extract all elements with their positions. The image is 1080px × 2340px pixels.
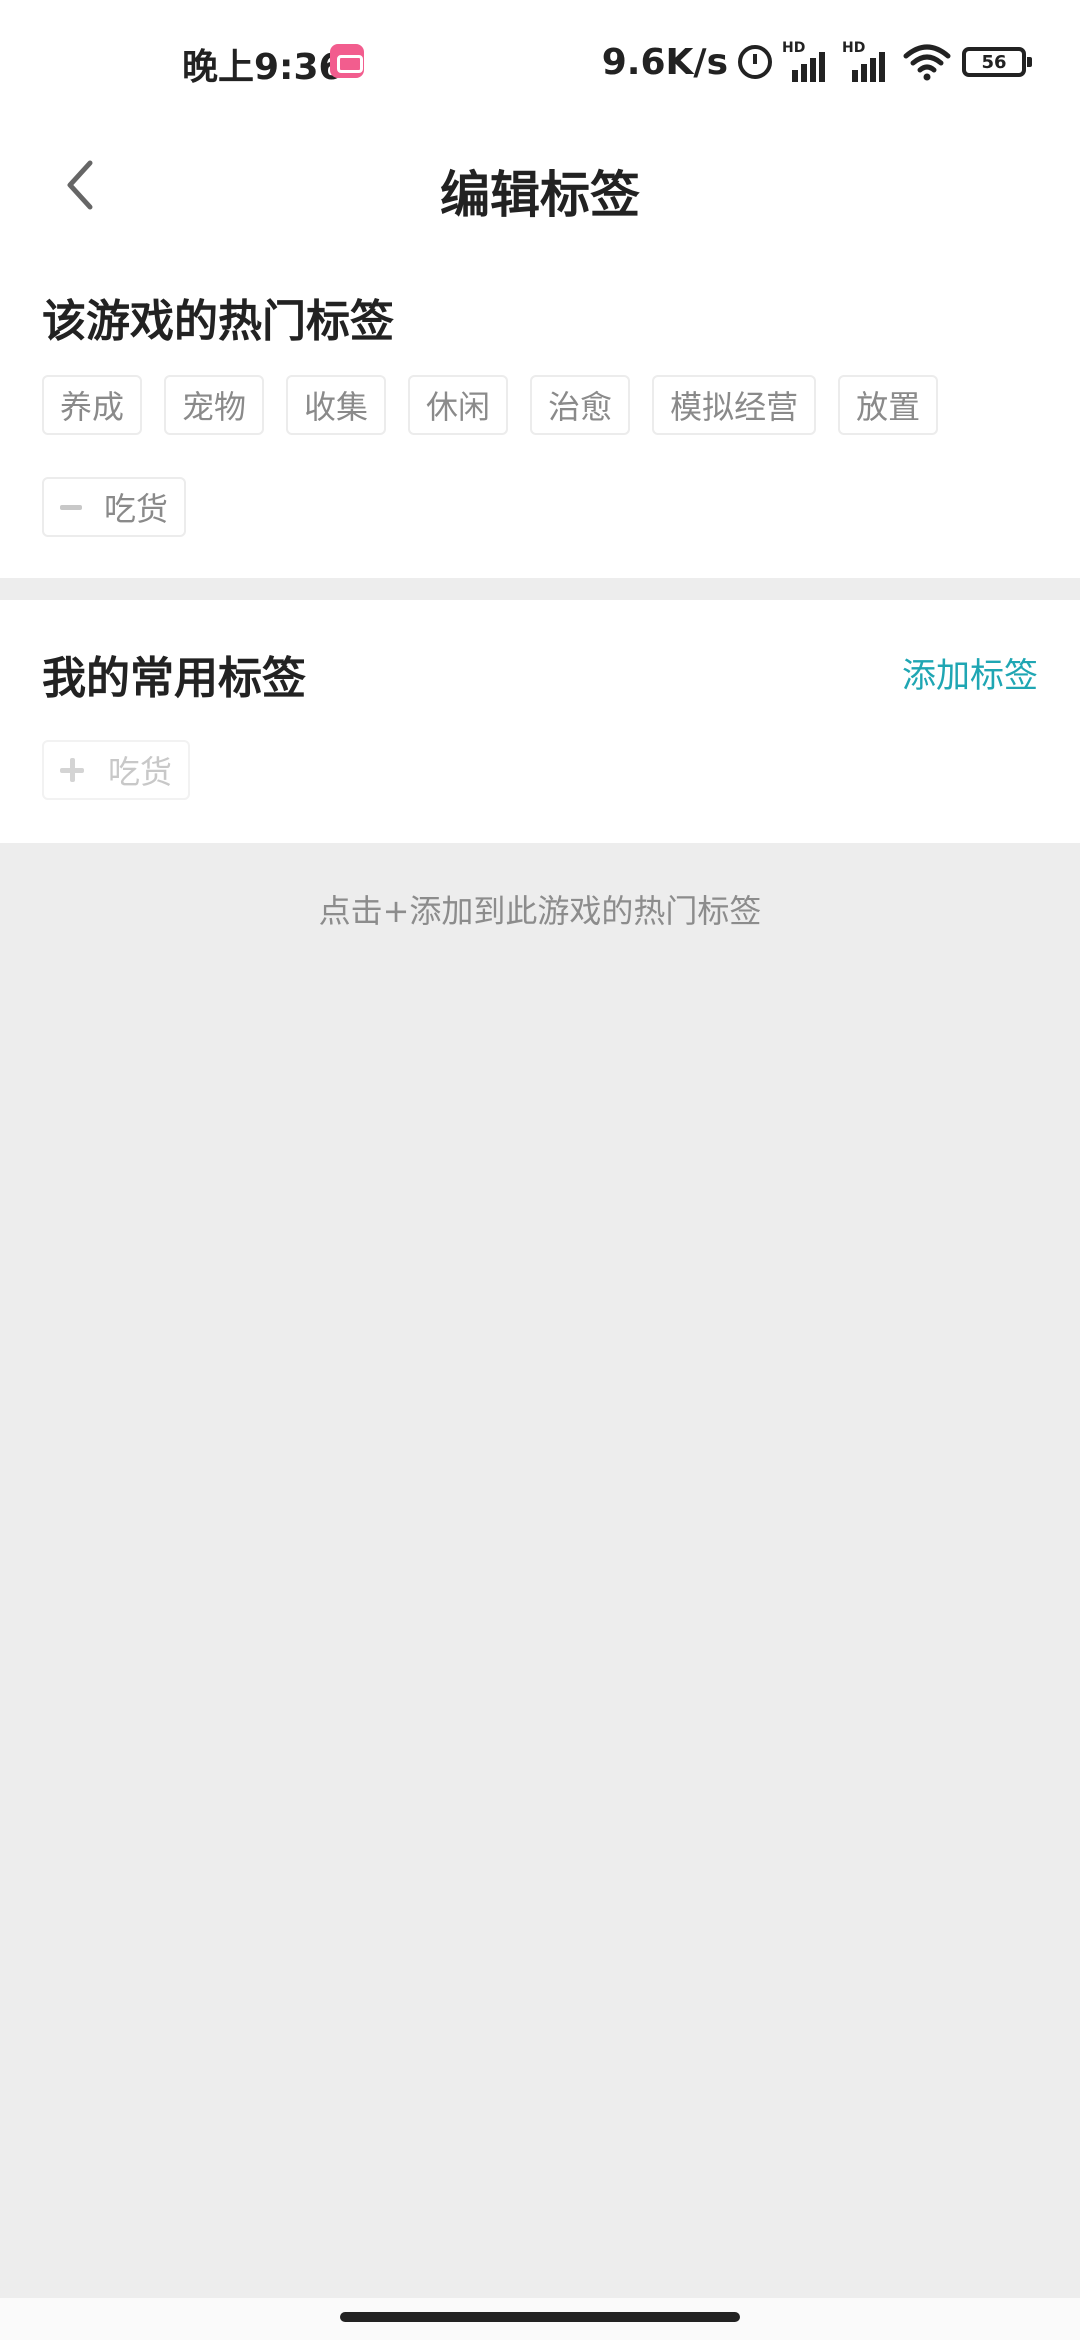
battery-icon: 56 xyxy=(962,47,1032,77)
battery-level: 56 xyxy=(981,51,1007,73)
hot-tags-list: 养成 宠物 收集 休闲 治愈 模拟经营 放置 xyxy=(42,375,939,435)
hint-text: 点击+添加到此游戏的热门标签 xyxy=(318,892,762,930)
minus-icon[interactable] xyxy=(60,504,82,510)
page-title: 编辑标签 xyxy=(440,166,640,224)
added-tags-list: 吃货 xyxy=(42,477,187,537)
alarm-icon xyxy=(738,45,772,79)
plus-icon[interactable] xyxy=(60,758,84,782)
hot-tag[interactable]: 养成 xyxy=(42,375,143,435)
add-tag-button[interactable]: 添加标签 xyxy=(902,648,1038,697)
signal-hd-label: HD xyxy=(842,40,866,56)
signal-icon: HD xyxy=(782,40,832,84)
my-tag[interactable]: 吃货 xyxy=(42,740,191,800)
my-tags-section: 我的常用标签 添加标签 吃货 xyxy=(0,600,1080,843)
my-tags-list: 吃货 xyxy=(42,740,191,800)
my-tags-title: 我的常用标签 xyxy=(42,653,306,704)
my-tag-label: 吃货 xyxy=(108,753,173,791)
hot-tag[interactable]: 宠物 xyxy=(164,375,265,435)
hot-tag[interactable]: 模拟经营 xyxy=(652,375,817,435)
network-speed: 9.6K/s xyxy=(601,41,728,83)
home-indicator[interactable] xyxy=(340,2312,740,2322)
status-time: 晚上9:36 xyxy=(182,47,344,88)
status-icons: 9.6K/s HD HD 56 xyxy=(601,38,1032,86)
wifi-icon xyxy=(902,42,952,82)
signal-hd-label: HD xyxy=(782,40,806,56)
status-bar: 晚上9:36 9.6K/s HD HD 56 xyxy=(0,0,1080,125)
hot-tags-section: 该游戏的热门标签 养成 宠物 收集 休闲 治愈 模拟经营 放置 吃货 xyxy=(0,245,1080,578)
hot-tags-title: 该游戏的热门标签 xyxy=(42,296,394,347)
removable-tag[interactable]: 吃货 xyxy=(42,477,187,537)
hot-tag[interactable]: 治愈 xyxy=(530,375,631,435)
removable-tag-label: 吃货 xyxy=(104,490,169,528)
nav-bar: 编辑标签 xyxy=(0,125,1080,245)
bilibili-app-icon xyxy=(330,44,364,78)
signal-icon: HD xyxy=(842,40,892,84)
hot-tag[interactable]: 收集 xyxy=(286,375,387,435)
hot-tag[interactable]: 休闲 xyxy=(408,375,509,435)
hot-tag[interactable]: 放置 xyxy=(838,375,939,435)
